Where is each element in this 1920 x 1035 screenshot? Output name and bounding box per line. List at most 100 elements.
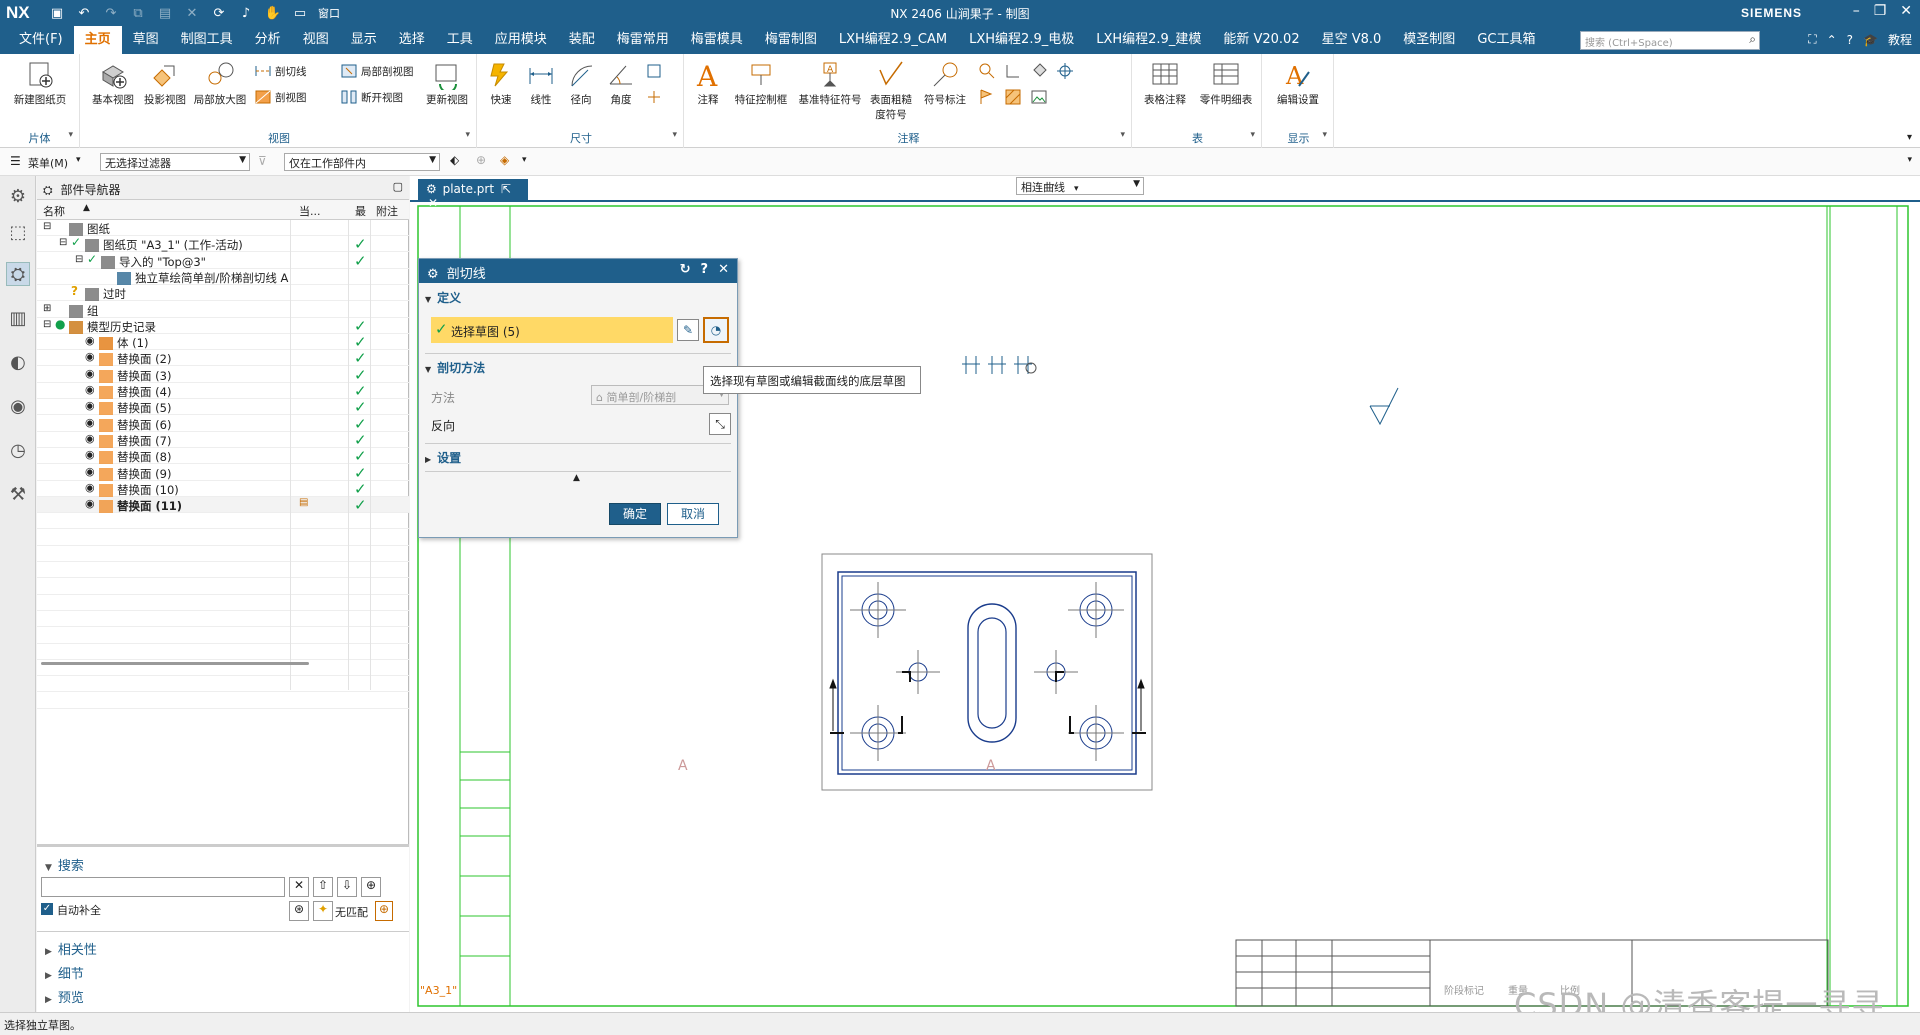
tree-row[interactable]: ◉ 替换面 (5) ✓ (37, 398, 409, 416)
break-view-button[interactable]: 断开视图 (340, 88, 403, 106)
leader-tool-button[interactable] (1004, 62, 1022, 80)
surface-finish-button[interactable]: 表面粗糙 度符号 (866, 60, 916, 122)
section-view-button[interactable]: 剖视图 (254, 88, 307, 106)
horizontal-scrollbar[interactable] (41, 662, 309, 665)
maximize-icon[interactable]: ▢ (393, 180, 403, 193)
target-point-button[interactable] (1056, 62, 1074, 80)
definition-section-header[interactable]: ▼ 定义 (425, 289, 731, 309)
break-out-section-button[interactable]: 局部剖视图 (340, 62, 414, 80)
fill-tool-button[interactable] (1030, 62, 1048, 80)
roles-icon[interactable]: ⚒ (6, 482, 30, 506)
search-down-icon[interactable]: ⇩ (337, 877, 357, 897)
reset-icon[interactable]: ↻ (680, 262, 691, 277)
feature-control-frame-button[interactable]: 特征控制框 (730, 60, 792, 107)
base-view-button[interactable]: 基本视图 (88, 60, 138, 107)
match-icon[interactable]: ⊕ (375, 901, 393, 921)
menu-button[interactable]: 菜单(M) (28, 155, 68, 171)
visibility-eye-icon[interactable]: ◉ (85, 367, 95, 380)
help-icon[interactable]: ? (1847, 33, 1853, 47)
preview-section[interactable]: ▶ 预览 (45, 987, 84, 1006)
datum-feature-button[interactable]: A 基准特征符号 (796, 60, 864, 107)
visibility-eye-icon[interactable]: ◉ (85, 350, 95, 363)
column-name[interactable]: 名称 (43, 203, 65, 219)
tree-row[interactable]: ⊟ ✓ 导入的 "Top@3" ✓ (37, 252, 409, 270)
collapse-ribbon-icon[interactable]: ⌃ (1827, 33, 1837, 47)
search-scope-icon[interactable]: ⊛ (289, 901, 309, 921)
visibility-eye-icon[interactable]: ◉ (85, 383, 95, 396)
detail-view-button[interactable]: 局部放大图 (192, 60, 248, 107)
dependencies-section[interactable]: ▶ 相关性 (45, 939, 97, 958)
visibility-eye-icon[interactable]: ◉ (85, 481, 95, 494)
tree-row[interactable]: ◉ 替换面 (10) ✓ (37, 480, 409, 498)
tab-0[interactable]: 文件(F) (8, 26, 74, 54)
visibility-eye-icon[interactable]: ◉ (85, 497, 95, 510)
selection-scope-dropdown[interactable]: 仅在工作部件内 ▼ (284, 153, 440, 171)
tree-row[interactable]: ⊟ 图纸 (37, 220, 409, 236)
search-up-icon[interactable]: ⇧ (313, 877, 333, 897)
image-tool-button[interactable] (1030, 88, 1048, 106)
assembly-navigator-icon[interactable]: ⬚ (6, 220, 30, 244)
details-section[interactable]: ▶ 细节 (45, 963, 84, 982)
tab-19[interactable]: 模圣制图 (1392, 26, 1466, 54)
column-latest[interactable]: 最 (355, 203, 366, 219)
snap-options-icon[interactable]: ⬖ (450, 153, 459, 167)
globe-icon[interactable]: ◉ (6, 394, 30, 418)
column-comment[interactable]: 附注 (376, 203, 398, 219)
tab-7[interactable]: 选择 (388, 26, 436, 54)
reuse-library-icon[interactable]: ▥ (6, 306, 30, 330)
update-view-button[interactable]: 更新视图 (422, 60, 472, 107)
chevron-down-icon[interactable]: ▾ (1250, 130, 1255, 140)
visibility-eye-icon[interactable]: ◉ (85, 465, 95, 478)
tab-5[interactable]: 视图 (292, 26, 340, 54)
selection-filter-dropdown[interactable]: 无选择过滤器 ▼ (100, 153, 250, 171)
tab-3[interactable]: 制图工具 (170, 26, 244, 54)
search-options-icon[interactable]: ⊕ (361, 877, 381, 897)
select-sketch-row[interactable]: ✓ 选择草图 (5) (431, 317, 673, 343)
edit-sketch-icon[interactable]: ◔ (703, 317, 729, 343)
column-current[interactable]: 当... (299, 203, 321, 219)
collapse-icon[interactable]: ⊟ (59, 237, 67, 248)
tree-row[interactable]: ◉ 替换面 (9) ✓ (37, 464, 409, 482)
more-options-icon[interactable]: ··· (1044, 178, 1055, 192)
visibility-eye-icon[interactable]: ◉ (85, 399, 95, 412)
projected-view-button[interactable]: 投影视图 (140, 60, 190, 107)
gear-icon[interactable]: ⚙ (6, 184, 30, 208)
select-all-icon[interactable]: ⊕ (476, 153, 486, 167)
visibility-eye-icon[interactable]: ◉ (85, 448, 95, 461)
tree-row[interactable]: ⊟ ● 模型历史记录 ✓ (37, 317, 409, 335)
edit-settings-button[interactable]: A 编辑设置 (1268, 60, 1328, 107)
chevron-down-icon[interactable]: ▾ (1322, 130, 1327, 140)
chevron-down-icon[interactable]: ▾ (465, 130, 470, 140)
search-icon[interactable]: ⌕ (1749, 32, 1756, 47)
restore-icon[interactable]: ❐ (1874, 3, 1887, 19)
tab-9[interactable]: 应用模块 (484, 26, 558, 54)
search-section-header[interactable]: ▼ 搜索 (45, 855, 84, 874)
tree-row[interactable]: ◉ 替换面 (4) ✓ (37, 382, 409, 400)
magnify-tool-button[interactable] (978, 62, 996, 80)
navigator-search-input[interactable] (41, 877, 285, 897)
visibility-eye-icon[interactable]: ◉ (85, 432, 95, 445)
tab-10[interactable]: 装配 (558, 26, 606, 54)
help-icon[interactable]: ? (701, 262, 709, 277)
tab-4[interactable]: 分析 (244, 26, 292, 54)
collapse-icon[interactable]: ⊟ (43, 221, 51, 232)
tab-16[interactable]: LXH编程2.9_建模 (1085, 26, 1212, 54)
new-sheet-button[interactable]: 新建图纸页 (8, 60, 72, 107)
clear-search-icon[interactable]: ✕ (289, 877, 309, 897)
chevron-down-icon[interactable]: ▾ (68, 130, 73, 140)
angular-dimension-button[interactable]: 角度 (603, 60, 639, 107)
command-search-input[interactable]: 搜索 (Ctrl+Space) ⌕ (1580, 31, 1760, 50)
close-tab-icon[interactable]: ✕ (428, 196, 438, 210)
chevron-down-icon[interactable]: ▾ (76, 155, 81, 165)
tab-17[interactable]: 能新 V20.02 (1212, 26, 1310, 54)
tree-row[interactable]: ◉ 替换面 (11) ✓ ▤ (37, 496, 409, 514)
tab-13[interactable]: 梅雷制图 (754, 26, 828, 54)
close-icon[interactable]: ✕ (718, 262, 729, 277)
reverse-direction-icon[interactable]: ⤡ (709, 413, 731, 435)
tab-8[interactable]: 工具 (436, 26, 484, 54)
radial-dimension-button[interactable]: 径向 (563, 60, 599, 107)
curve-rule-dropdown[interactable]: 相连曲线 ▼ (1016, 177, 1144, 195)
chevron-down-icon[interactable]: ▾ (672, 130, 677, 140)
web-browser-icon[interactable]: ◐ (6, 350, 30, 374)
tab-11[interactable]: 梅雷常用 (606, 26, 680, 54)
